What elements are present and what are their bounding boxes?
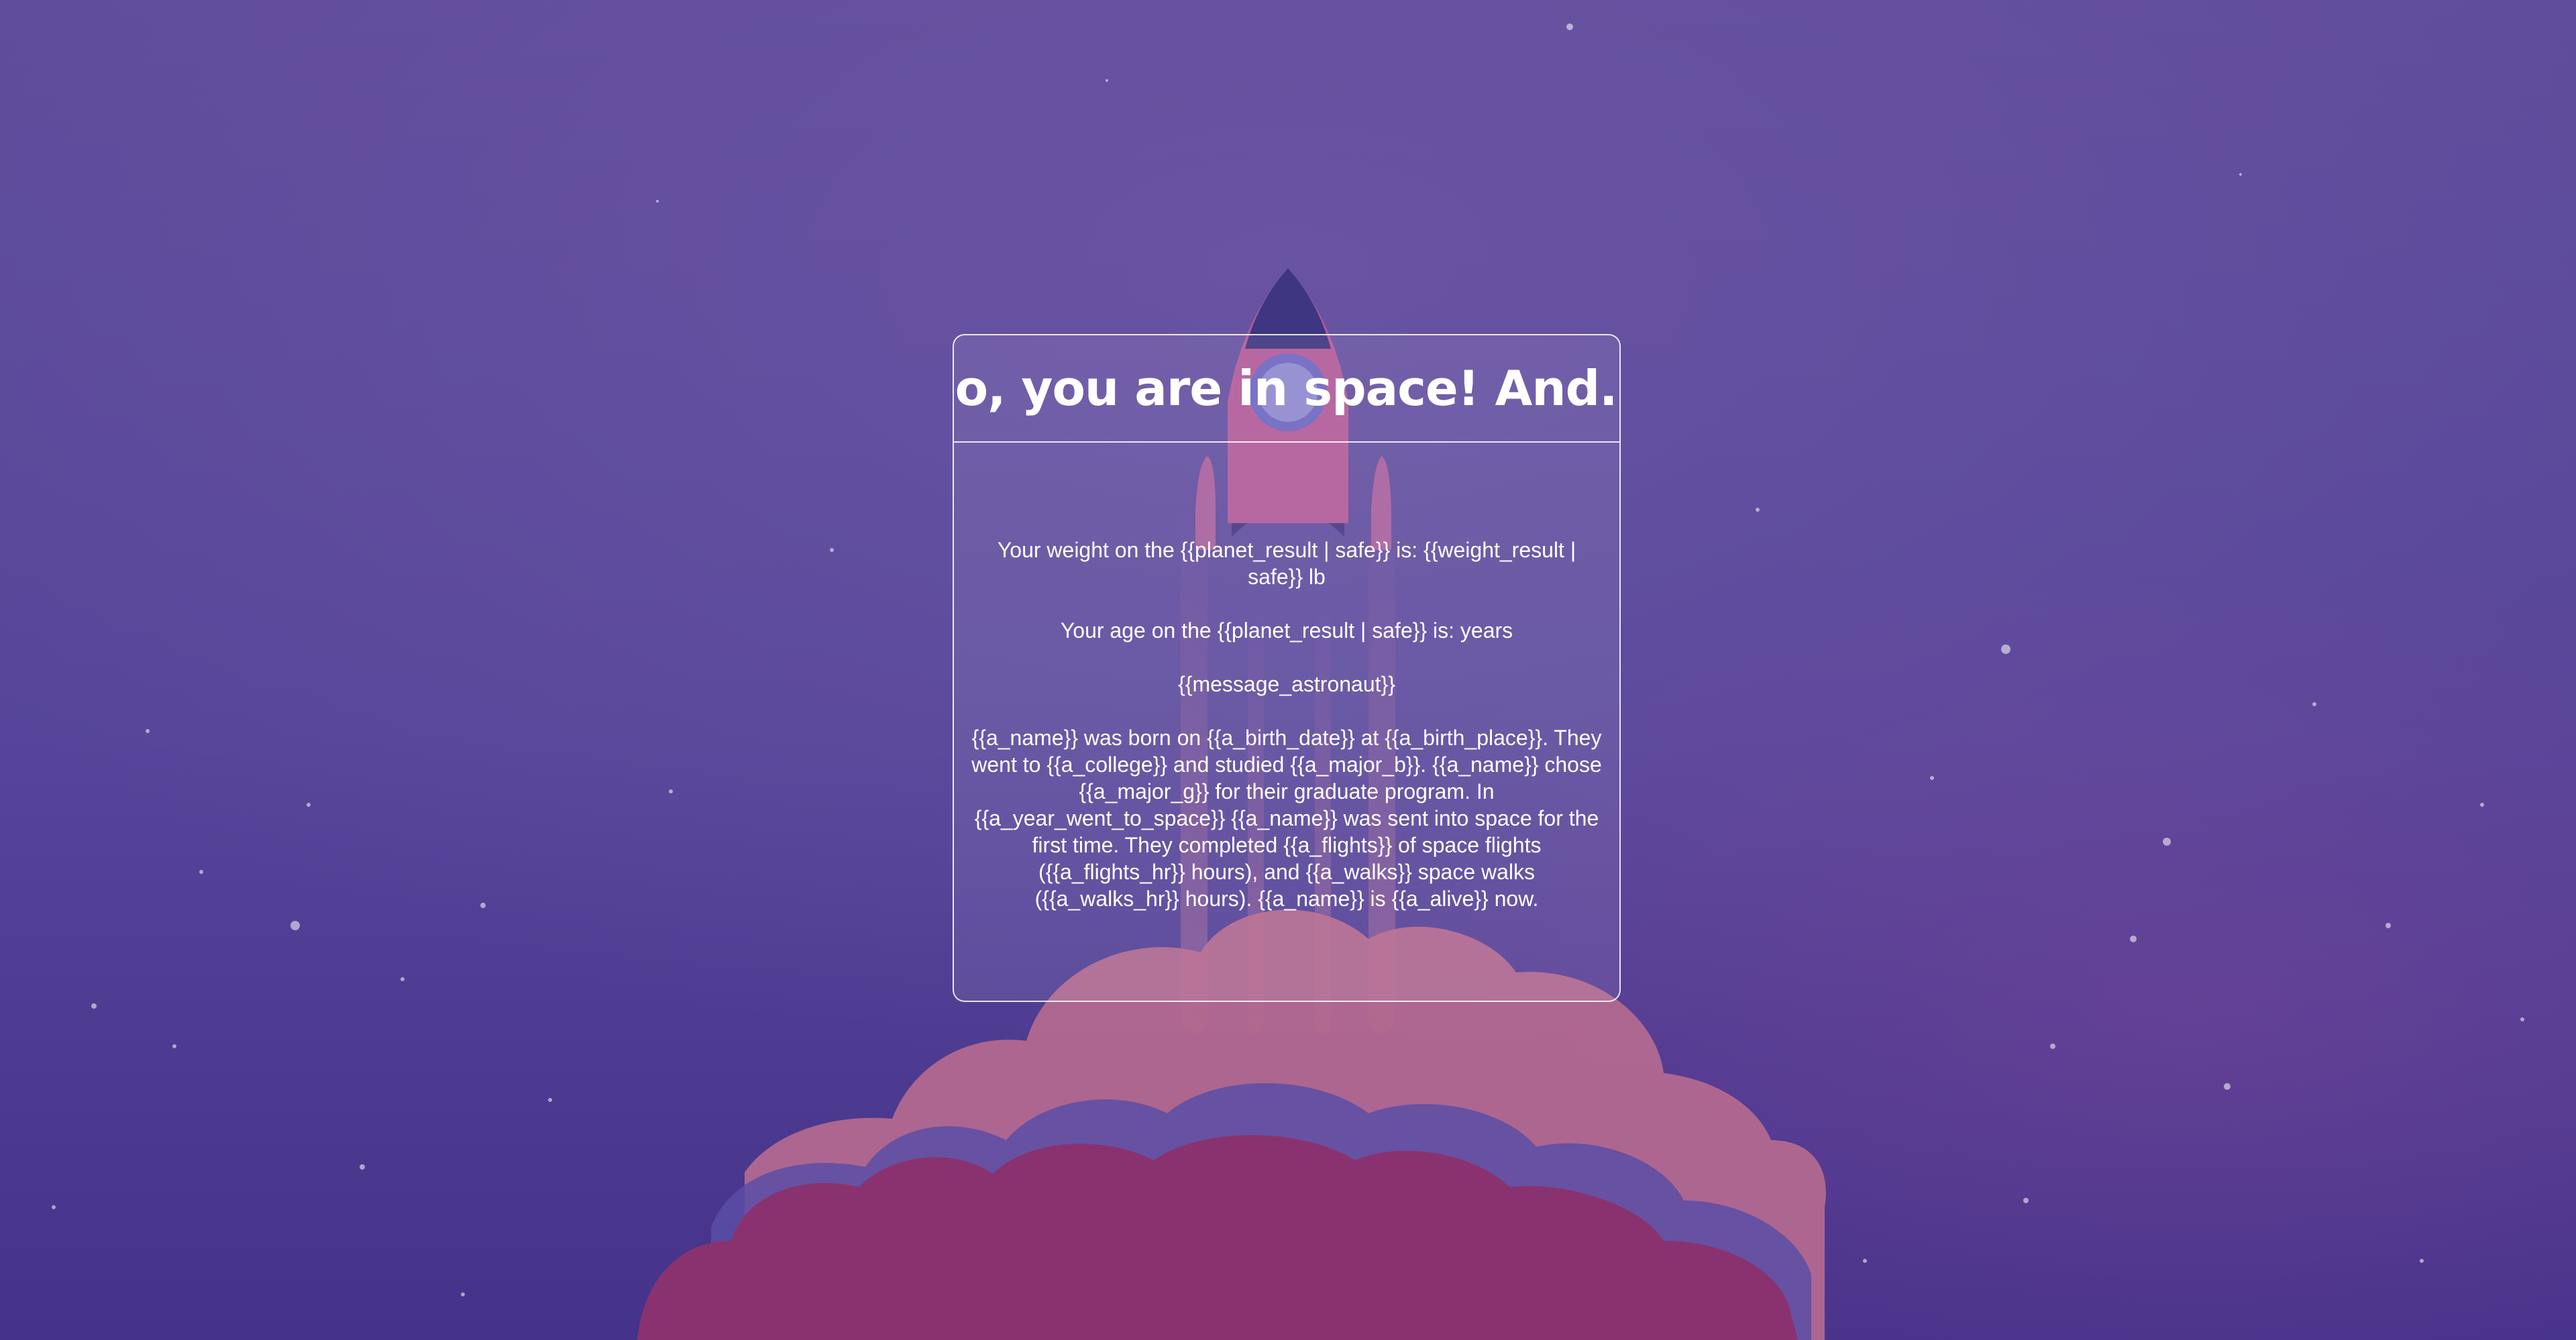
weight-result-text: Your weight on the {{planet_result | saf… — [997, 538, 1576, 589]
astronaut-bio-paragraph: {{a_name}} was born on {{a_birth_date}} … — [971, 726, 1602, 911]
result-card: So, you are in space! And... Your weight… — [953, 334, 1621, 1002]
astronaut-message-text: {{message_astronaut}} — [1178, 672, 1395, 696]
card-title: So, you are in space! And... — [954, 335, 1619, 443]
card-body: Your weight on the {{planet_result | saf… — [954, 443, 1619, 912]
age-result-text: Your age on the {{planet_result | safe}}… — [1060, 618, 1513, 643]
